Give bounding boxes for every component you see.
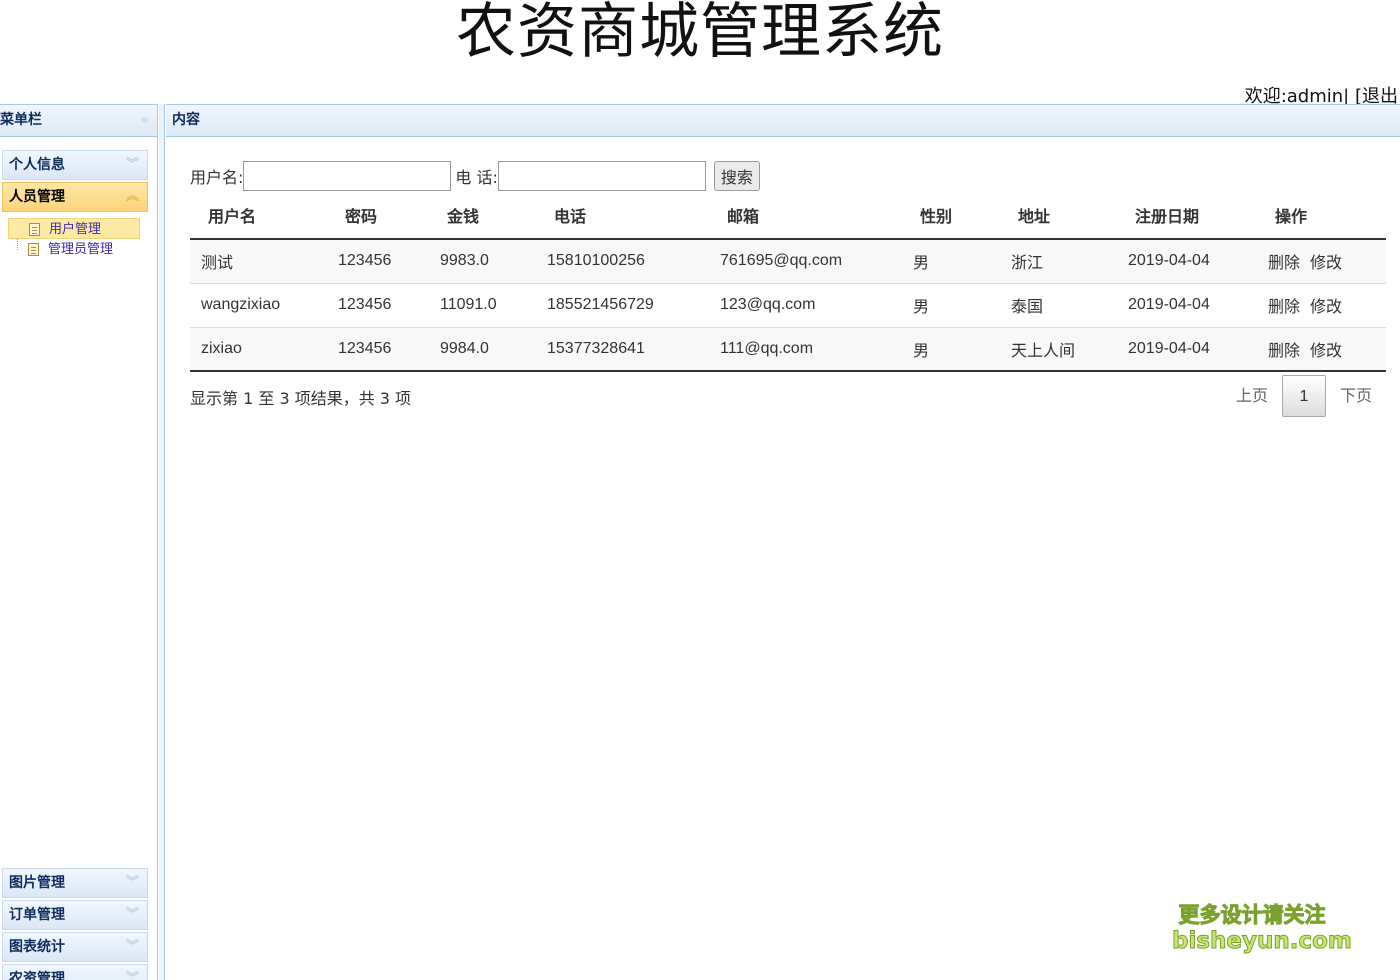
chevron-down-icon: ︾	[125, 907, 139, 922]
cell-password: 123456	[327, 327, 429, 372]
user-table: 用户名 密码 金钱 电话 邮箱 性别 地址 注册日期 操作 测试 123456 …	[190, 192, 1386, 372]
tree-item-label: 用户管理	[49, 222, 102, 237]
page-button-current[interactable]: 1	[1281, 375, 1326, 417]
menu-group-agri-management[interactable]: 农资管理 ︾	[2, 964, 148, 980]
tree-item-label: 管理员管理	[48, 242, 114, 257]
menu-group-label: 图片管理	[9, 875, 65, 891]
cell-email: 123@qq.com	[709, 283, 902, 328]
cell-password: 123456	[327, 239, 429, 284]
column-header-password: 密码	[327, 192, 429, 240]
cell-date: 2019-04-04	[1117, 327, 1257, 372]
phone-search-input[interactable]	[497, 161, 706, 191]
content-panel-header: 内容	[166, 104, 1400, 137]
cell-username: zixiao	[190, 327, 327, 372]
cell-phone: 15377328641	[536, 327, 709, 372]
chevron-down-icon: ︾	[125, 971, 139, 980]
tree-item-admin-management[interactable]: 管理员管理	[8, 239, 140, 260]
column-header-money: 金钱	[429, 192, 536, 240]
search-button[interactable]: 搜索	[713, 161, 760, 191]
cell-actions: 删除 修改	[1257, 239, 1386, 284]
tree-item-user-management[interactable]: 用户管理	[8, 218, 140, 239]
column-header-address: 地址	[1000, 192, 1117, 240]
menu-group-label: 订单管理	[9, 907, 65, 923]
document-icon	[29, 223, 40, 236]
menu-panel-title: 菜单栏	[0, 112, 42, 128]
chevron-down-icon: ︾	[125, 939, 139, 954]
cell-address: 泰国	[1000, 283, 1117, 328]
menu-group-label: 农资管理	[9, 971, 65, 980]
cell-gender: 男	[902, 239, 1000, 284]
menu-panel: 菜单栏 « 个人信息 ︾ 人员管理 ︽ 用户管理 管理员管理 图片管理 ︾ 订单…	[0, 104, 158, 980]
menu-group-chart-statistics[interactable]: 图表统计 ︾	[2, 932, 148, 962]
username-label: 用户名:	[190, 168, 244, 187]
document-icon	[28, 243, 39, 256]
cell-money: 11091.0	[429, 283, 536, 328]
chevron-down-icon: ︾	[125, 875, 139, 890]
cell-phone: 15810100256	[536, 239, 709, 284]
cell-phone: 185521456729	[536, 283, 709, 328]
table-row: zixiao 123456 9984.0 15377328641 111@qq.…	[190, 327, 1386, 372]
cell-money: 9984.0	[429, 327, 536, 372]
column-header-phone: 电话	[536, 192, 709, 240]
cell-username: wangzixiao	[190, 283, 327, 328]
search-bar: 用户名: 电 话: 搜索	[190, 161, 760, 191]
chevron-up-icon: ︽	[125, 189, 139, 204]
delete-link[interactable]: 删除	[1268, 253, 1300, 272]
cell-address: 浙江	[1000, 239, 1117, 284]
cell-actions: 删除 修改	[1257, 283, 1386, 328]
username-search-input[interactable]	[243, 161, 452, 191]
watermark: 更多设计请关注 bisheyun.com	[1172, 902, 1353, 955]
cell-gender: 男	[902, 283, 1000, 328]
cell-gender: 男	[902, 327, 1000, 372]
column-header-username: 用户名	[190, 192, 327, 240]
column-header-gender: 性别	[902, 192, 1000, 240]
chevron-down-icon: ︾	[125, 157, 139, 172]
table-header-row: 用户名 密码 金钱 电话 邮箱 性别 地址 注册日期 操作	[190, 192, 1386, 240]
cell-username: 测试	[190, 239, 327, 284]
menu-tree: 用户管理 管理员管理	[8, 218, 157, 258]
delete-link[interactable]: 删除	[1268, 297, 1300, 316]
edit-link[interactable]: 修改	[1310, 253, 1342, 272]
content-panel: 内容 用户名: 电 话: 搜索 用户名 密码 金钱 电话 邮箱 性别 地址 注册…	[166, 104, 1400, 980]
pagination: 上页 1 下页	[1222, 375, 1386, 417]
cell-email: 111@qq.com	[709, 327, 902, 372]
edit-link[interactable]: 修改	[1310, 341, 1342, 360]
menu-group-image-management[interactable]: 图片管理 ︾	[2, 868, 148, 898]
menu-group-order-management[interactable]: 订单管理 ︾	[2, 900, 148, 930]
menu-group-label: 个人信息	[9, 157, 65, 173]
table-row: wangzixiao 123456 11091.0 185521456729 1…	[190, 283, 1386, 328]
watermark-line-2: bisheyun.com	[1172, 928, 1353, 955]
cell-money: 9983.0	[429, 239, 536, 284]
cell-email: 761695@qq.com	[709, 239, 902, 284]
cell-date: 2019-04-04	[1117, 239, 1257, 284]
app-title: 农资商城管理系统	[456, 0, 944, 67]
column-header-actions: 操作	[1257, 192, 1386, 240]
delete-link[interactable]: 删除	[1268, 341, 1300, 360]
cell-password: 123456	[327, 283, 429, 328]
table-row: 测试 123456 9983.0 15810100256 761695@qq.c…	[190, 239, 1386, 284]
menu-bottom-groups: 图片管理 ︾ 订单管理 ︾ 图表统计 ︾ 农资管理 ︾	[0, 866, 158, 980]
content-panel-title: 内容	[172, 112, 200, 128]
menu-group-personal-info[interactable]: 个人信息 ︾	[2, 150, 148, 180]
menu-group-staff-management[interactable]: 人员管理 ︽	[2, 182, 148, 212]
edit-link[interactable]: 修改	[1310, 297, 1342, 316]
watermark-line-1: 更多设计请关注	[1178, 903, 1326, 928]
menu-group-label: 图表统计	[9, 939, 65, 955]
menu-group-label: 人员管理	[9, 189, 65, 205]
collapse-left-icon[interactable]: «	[140, 105, 149, 136]
panel-splitter[interactable]	[159, 104, 165, 980]
cell-address: 天上人间	[1000, 327, 1117, 372]
pagination-info: 显示第 1 至 3 项结果，共 3 项	[190, 389, 412, 408]
phone-label: 电 话:	[455, 168, 498, 187]
column-header-date: 注册日期	[1117, 192, 1257, 240]
menu-panel-header: 菜单栏 «	[0, 104, 157, 137]
cell-date: 2019-04-04	[1117, 283, 1257, 328]
next-page-button[interactable]: 下页	[1326, 375, 1386, 417]
column-header-email: 邮箱	[709, 192, 902, 240]
prev-page-button[interactable]: 上页	[1222, 375, 1282, 417]
cell-actions: 删除 修改	[1257, 327, 1386, 372]
